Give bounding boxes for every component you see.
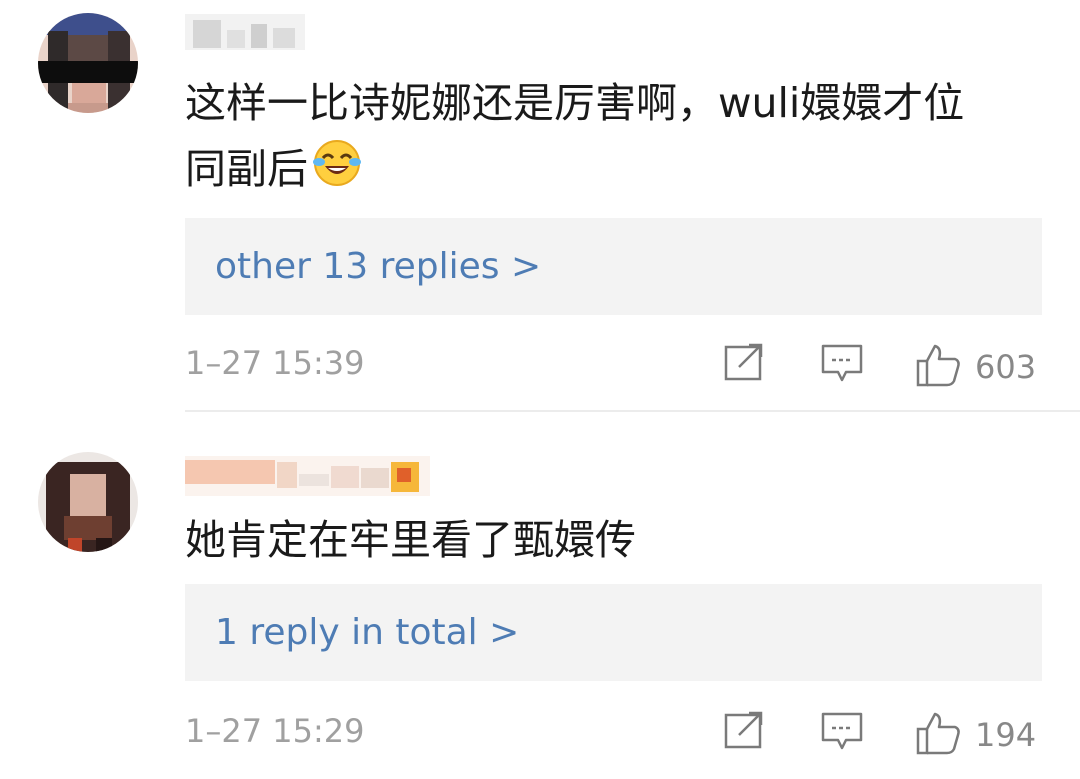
share-button[interactable] bbox=[723, 710, 767, 754]
share-button[interactable] bbox=[723, 342, 767, 386]
laughing-crying-emoji-icon bbox=[312, 138, 362, 207]
comment-timestamp: 1–27 15:39 bbox=[185, 344, 365, 382]
thumbs-up-icon bbox=[915, 342, 963, 392]
avatar[interactable] bbox=[38, 452, 138, 552]
like-count: 194 bbox=[975, 716, 1037, 754]
comment-icon bbox=[820, 342, 864, 390]
share-icon bbox=[723, 710, 767, 754]
username-blurred[interactable] bbox=[185, 454, 430, 498]
like-button[interactable]: 603 bbox=[915, 342, 1036, 392]
comment-timestamp: 1–27 15:29 bbox=[185, 712, 365, 750]
view-replies-button[interactable]: 1 reply in total > bbox=[185, 584, 1042, 681]
thumbs-up-icon bbox=[915, 710, 963, 760]
avatar[interactable] bbox=[38, 13, 138, 113]
username-blurred[interactable] bbox=[185, 8, 305, 52]
comment-text-line: 同副后 bbox=[185, 145, 308, 193]
reply-button[interactable] bbox=[820, 342, 864, 390]
comment-text: 这样一比诗妮娜还是厉害啊，wuli嬛嬛才位 同副后 bbox=[185, 70, 1035, 207]
like-count: 603 bbox=[975, 348, 1037, 386]
comment-item: 这样一比诗妮娜还是厉害啊，wuli嬛嬛才位 同副后 other 13 replie… bbox=[0, 0, 1080, 412]
reply-button[interactable] bbox=[820, 710, 864, 758]
like-button[interactable]: 194 bbox=[915, 710, 1036, 760]
comment-item: 她肯定在牢里看了甄嬛传 1 reply in total > 1–27 15:2… bbox=[0, 412, 1080, 779]
comment-text-line: 这样一比诗妮娜还是厉害啊，wuli嬛嬛才位 bbox=[185, 79, 965, 127]
comment-text-line: 她肯定在牢里看了甄嬛传 bbox=[185, 516, 636, 564]
comment-text: 她肯定在牢里看了甄嬛传 bbox=[185, 507, 1035, 573]
view-replies-button[interactable]: other 13 replies > bbox=[185, 218, 1042, 315]
comment-icon bbox=[820, 710, 864, 758]
share-icon bbox=[723, 342, 767, 386]
